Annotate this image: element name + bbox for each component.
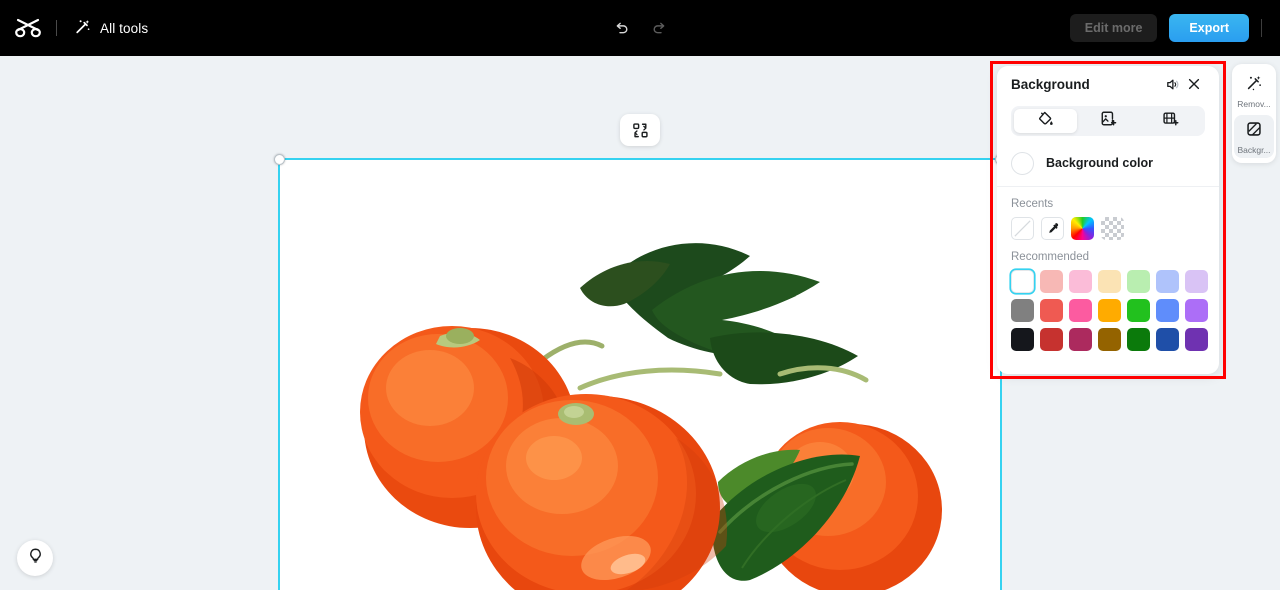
color-swatch[interactable] <box>1069 328 1092 351</box>
lightbulb-icon <box>27 547 44 569</box>
background-color-swatch[interactable] <box>1011 151 1034 175</box>
color-swatch[interactable] <box>1098 299 1121 322</box>
color-swatch[interactable] <box>1185 270 1208 293</box>
tab-add-image[interactable] <box>1077 109 1140 133</box>
color-swatch[interactable] <box>1127 270 1150 293</box>
edit-more-button[interactable]: Edit more <box>1069 14 1158 42</box>
recent-swatch-transparent[interactable] <box>1101 217 1124 240</box>
all-tools-label: All tools <box>100 20 149 36</box>
rail-item-remove-label: Remov... <box>1237 99 1271 109</box>
background-color-label: Background color <box>1046 156 1153 170</box>
tool-rail: Remov... Backgr... <box>1232 64 1276 163</box>
capcut-logo-icon[interactable] <box>0 0 56 56</box>
tab-add-video[interactable] <box>1139 109 1202 133</box>
background-tabs <box>1011 106 1205 136</box>
background-icon <box>1245 120 1263 143</box>
color-swatch[interactable] <box>1127 299 1150 322</box>
capcut-editor-window: All tools Edit more Export Background Ba… <box>0 0 1280 590</box>
color-swatch[interactable] <box>1185 299 1208 322</box>
color-swatch[interactable] <box>1011 270 1034 293</box>
image-plus-icon <box>1100 110 1117 132</box>
color-swatch[interactable] <box>1040 299 1063 322</box>
all-tools-button[interactable]: All tools <box>74 18 148 38</box>
magic-eraser-icon <box>1245 74 1263 97</box>
redo-arrow-icon[interactable] <box>645 14 673 42</box>
background-color-row[interactable]: Background color <box>1011 140 1205 186</box>
color-swatch[interactable] <box>1098 270 1121 293</box>
color-swatch[interactable] <box>1156 299 1179 322</box>
color-swatch[interactable] <box>1069 270 1092 293</box>
recent-swatch-no-color[interactable] <box>1011 217 1034 240</box>
topbar-divider-right <box>1261 19 1262 37</box>
magic-wand-icon <box>74 18 91 38</box>
recommended-label: Recommended <box>1011 251 1089 263</box>
resize-handle-top-left[interactable] <box>274 154 285 165</box>
recents-label: Recents <box>1011 198 1054 210</box>
color-swatch[interactable] <box>1069 299 1092 322</box>
recommended-swatches <box>1011 270 1208 351</box>
history-controls <box>607 0 673 56</box>
rail-item-background-label: Backgr... <box>1237 144 1271 155</box>
panel-title: Background <box>1011 76 1090 92</box>
tips-lightbulb-button[interactable] <box>17 540 53 576</box>
panel-divider <box>997 186 1219 187</box>
undo-arrow-icon[interactable] <box>607 14 635 42</box>
color-swatch[interactable] <box>1156 270 1179 293</box>
recent-swatch-gradient[interactable] <box>1071 217 1094 240</box>
background-panel: Background Background color Recents Reco… <box>997 66 1219 374</box>
export-button[interactable]: Export <box>1169 14 1249 42</box>
color-swatch[interactable] <box>1040 328 1063 351</box>
canvas-image[interactable] <box>280 160 1000 590</box>
color-swatch[interactable] <box>1185 328 1208 351</box>
recents-swatches <box>1011 217 1205 240</box>
color-swatch[interactable] <box>1098 328 1121 351</box>
color-swatch[interactable] <box>1040 270 1063 293</box>
background-panel-header: Background <box>1011 66 1205 102</box>
color-swatch[interactable] <box>1127 328 1150 351</box>
video-plus-icon <box>1162 110 1179 132</box>
close-x-icon[interactable] <box>1183 73 1205 95</box>
speaker-icon[interactable] <box>1161 73 1183 95</box>
canvas-selection-frame[interactable] <box>274 154 1006 590</box>
top-toolbar: All tools Edit more Export <box>0 0 1280 56</box>
color-swatch[interactable] <box>1011 328 1034 351</box>
toolbar-divider <box>56 20 57 36</box>
rail-item-remove[interactable]: Remov... <box>1234 69 1274 113</box>
resize-dimensions-icon[interactable] <box>620 114 660 146</box>
topbar-actions: Edit more Export <box>1069 0 1280 56</box>
paint-bucket-icon <box>1037 110 1054 132</box>
rail-item-background[interactable]: Backgr... <box>1234 114 1274 158</box>
color-swatch[interactable] <box>1156 328 1179 351</box>
color-swatch[interactable] <box>1011 299 1034 322</box>
tab-fill-color[interactable] <box>1014 109 1077 133</box>
recent-swatch-eyedropper[interactable] <box>1041 217 1064 240</box>
